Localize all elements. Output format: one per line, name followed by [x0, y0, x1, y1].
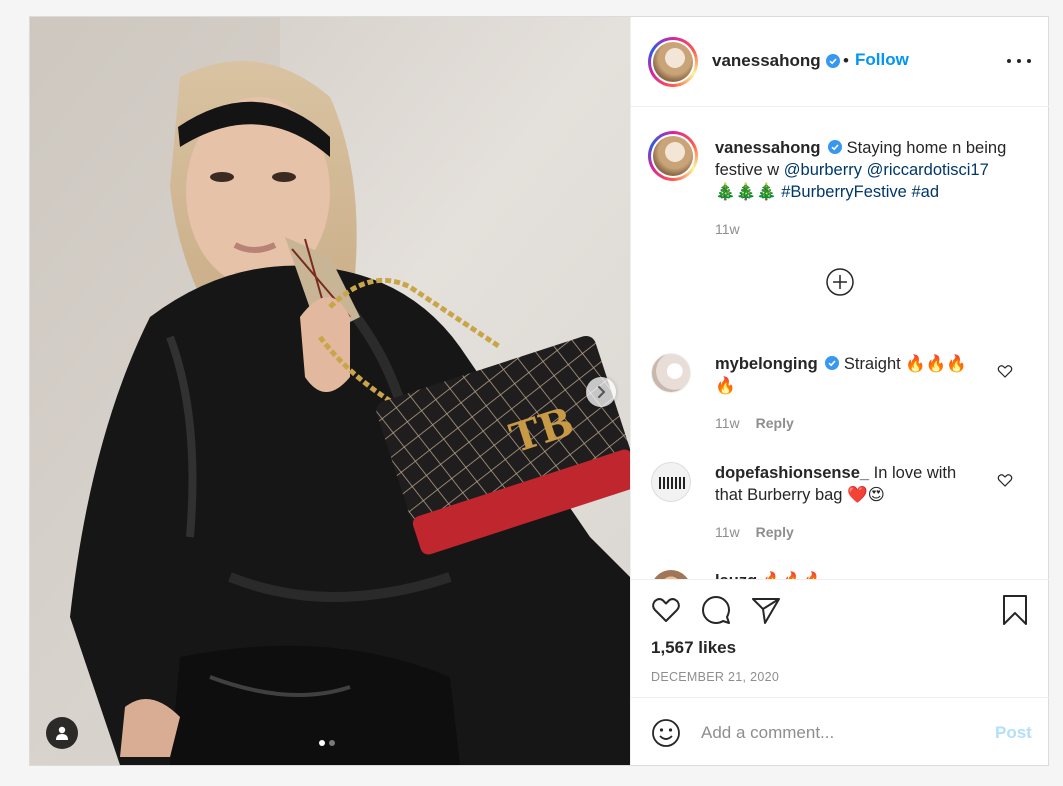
like-comment-heart-icon[interactable]: [997, 363, 1013, 379]
comment-meta: 11w Reply: [715, 415, 794, 431]
user-tag-icon: [56, 726, 68, 740]
author-username[interactable]: vanessahong: [712, 51, 840, 71]
post-header: vanessahong • Follow: [631, 17, 1049, 107]
commenter-username[interactable]: dopefashionsense_: [715, 464, 869, 482]
post-photo[interactable]: TB: [30, 17, 630, 765]
photo-illustration: TB: [30, 17, 630, 765]
author-avatar[interactable]: [648, 37, 698, 87]
post-details-panel: vanessahong • Follow vanessahong Staying…: [630, 17, 1049, 765]
mention-link[interactable]: @burberry: [784, 161, 862, 179]
share-plane-icon[interactable]: [750, 594, 782, 626]
comment-body: lauzg 🔥🔥🔥: [715, 570, 983, 579]
add-comment-bar: Post: [631, 697, 1049, 765]
carousel-dot: [329, 740, 335, 746]
commenter-username[interactable]: mybelonging: [715, 355, 818, 373]
comments-list[interactable]: vanessahong Staying home n being festive…: [631, 107, 1049, 579]
hashtag-link[interactable]: #BurberryFestive: [781, 183, 907, 201]
commenter-username[interactable]: lauzg: [715, 572, 757, 579]
verified-badge-icon: [825, 356, 840, 370]
reply-button[interactable]: Reply: [756, 415, 794, 431]
post-actions: 1,567 likes DECEMBER 21, 2020: [631, 579, 1049, 697]
comment-body: dopefashionsense_ In love with that Burb…: [715, 462, 983, 506]
comment-timestamp[interactable]: 11w: [715, 524, 740, 540]
post-caption: vanessahong Staying home n being festive…: [715, 137, 1025, 203]
hashtag-link[interactable]: #ad: [911, 183, 939, 201]
verified-badge-icon: [828, 140, 843, 154]
tagged-users-button[interactable]: [46, 717, 78, 749]
likes-count[interactable]: 1,567 likes: [651, 638, 736, 658]
post-dialog: TB vanessahong • Follow vanessahong Stay…: [29, 16, 1049, 766]
load-more-comments-icon[interactable]: [825, 267, 855, 297]
next-photo-button[interactable]: [586, 377, 616, 407]
mention-link[interactable]: @riccardotisci17: [867, 161, 989, 179]
comment-input[interactable]: [701, 716, 981, 750]
post-date[interactable]: DECEMBER 21, 2020: [651, 670, 779, 684]
carousel-dot-active: [319, 740, 325, 746]
caption-timestamp[interactable]: 11w: [715, 221, 740, 237]
reply-button[interactable]: Reply: [756, 524, 794, 540]
separator-dot: •: [843, 51, 849, 70]
commenter-avatar[interactable]: [651, 462, 691, 502]
comment-bubble-icon[interactable]: [700, 594, 732, 626]
carousel-indicator: [319, 740, 335, 746]
comment-text: 🔥🔥🔥: [757, 572, 824, 579]
caption-author-avatar[interactable]: [648, 131, 698, 181]
like-comment-heart-icon[interactable]: [997, 472, 1013, 488]
save-bookmark-icon[interactable]: [999, 594, 1031, 626]
commenter-avatar[interactable]: [651, 570, 691, 579]
like-heart-icon[interactable]: [650, 594, 682, 626]
verified-badge-icon: [825, 54, 840, 68]
more-options-icon[interactable]: [1007, 53, 1031, 69]
commenter-avatar[interactable]: [651, 353, 691, 393]
follow-button[interactable]: Follow: [855, 50, 909, 70]
post-comment-button[interactable]: Post: [995, 723, 1032, 743]
caption-emoji: 🎄🎄🎄: [715, 183, 777, 201]
caption-username[interactable]: vanessahong: [715, 139, 820, 157]
comment-timestamp[interactable]: 11w: [715, 415, 740, 431]
comment-meta: 11w Reply: [715, 524, 794, 540]
emoji-icon[interactable]: [651, 718, 681, 748]
comment-body: mybelonging Straight 🔥🔥🔥🔥: [715, 353, 983, 397]
chevron-right-icon: [598, 386, 606, 398]
